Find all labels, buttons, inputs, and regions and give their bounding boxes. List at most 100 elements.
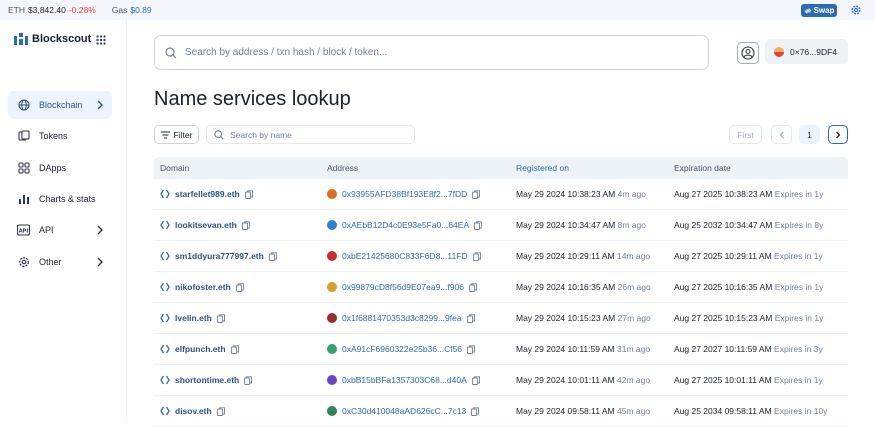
- ens-domain-icon: [160, 282, 170, 292]
- copy-icon[interactable]: [230, 344, 239, 354]
- domain-link[interactable]: lvelin.eth: [175, 313, 212, 323]
- address-link[interactable]: 0xAEbB12D4c0E93e5Fa0...64EA: [342, 220, 469, 230]
- address-link[interactable]: 0xC30d410048aAD626cC...7c13: [342, 406, 466, 416]
- sidebar-item-tokens[interactable]: Tokens: [8, 122, 112, 150]
- address-link[interactable]: 0xbE21425680C833F6D8...11FD: [342, 251, 468, 261]
- registered-ago: 8m ago: [617, 220, 646, 230]
- domain-link[interactable]: lookitsevan.eth: [175, 220, 237, 230]
- globe-icon: [17, 99, 30, 112]
- registered-cell: May 29 2024 10:38:23 AM 4m ago: [516, 189, 674, 199]
- wallet-address: 0×76...9DF4: [790, 46, 838, 57]
- sidebar-item-label: API: [39, 225, 54, 235]
- expiration-date: Aug 27 2025 10:38:23 AM: [674, 189, 773, 199]
- copy-icon[interactable]: [471, 375, 480, 385]
- registered-ago: 26m ago: [617, 282, 651, 292]
- search-placeholder: Search by address / txn hash / block / t…: [185, 47, 388, 58]
- eth-price-ticker: ETH $3,842.40 -0.28%: [8, 5, 96, 15]
- expiration-cell: Aug 25 2032 10:34:47 AM Expires in 8y: [674, 220, 848, 230]
- wallet-button[interactable]: 0×76...9DF4: [765, 39, 848, 64]
- registered-date: May 29 2024 10:01:11 AM: [516, 375, 615, 385]
- copy-icon[interactable]: [472, 251, 481, 261]
- sidebar-item-api[interactable]: API API: [8, 216, 112, 244]
- domain-cell: lvelin.eth: [154, 313, 327, 323]
- expiration-date: Aug 27 2025 10:01:11 AM: [674, 375, 772, 385]
- domain-cell: elfpunch.eth: [154, 344, 327, 354]
- registered-date: May 29 2024 10:16:35 AM: [516, 282, 616, 292]
- pagination-first-button[interactable]: First: [729, 125, 762, 144]
- profile-button[interactable]: [737, 42, 759, 64]
- registered-date: May 29 2024 10:29:11 AM: [516, 251, 615, 261]
- expiration-cell: Aug 27 2025 10:29:11 AM Expires in 1y: [674, 251, 848, 261]
- gas-label: Gas: [111, 5, 128, 15]
- column-header-registered[interactable]: Registered on: [516, 163, 674, 173]
- address-link[interactable]: 0xA91cF6960322e25b36...Cf56: [342, 344, 462, 354]
- copy-icon[interactable]: [466, 313, 475, 323]
- registered-ago: 14m ago: [616, 251, 651, 261]
- expiration-date: Aug 25 2032 10:34:47 AM: [674, 220, 773, 230]
- expiration-cell: Aug 27 2027 10:11:59 AM Expires in 3y: [674, 344, 848, 354]
- chevron-right-icon: [97, 100, 103, 110]
- copy-icon[interactable]: [244, 189, 253, 199]
- gas-price-ticker[interactable]: Gas $0.89: [112, 5, 152, 15]
- sidebar-item-other[interactable]: Other: [8, 248, 112, 276]
- copy-icon[interactable]: [467, 344, 475, 354]
- network-menu-grid-icon[interactable]: [96, 35, 106, 45]
- registered-date: May 29 2024 10:11:59 AM: [516, 344, 615, 354]
- sidebar-item-label: Charts & stats: [39, 194, 96, 204]
- address-link[interactable]: 0xbB15bBFa1357303C68...d40A: [342, 375, 467, 385]
- svg-text:API: API: [19, 228, 29, 234]
- sidebar-item-label: Other: [39, 257, 62, 267]
- expires-in: Expires in 1y: [774, 375, 823, 385]
- address-cell: 0x93955AFD38Bf193E8f2...7fDD: [327, 189, 516, 199]
- address-avatar: [327, 220, 337, 230]
- address-link[interactable]: 0x93955AFD38Bf193E8f2...7fDD: [342, 189, 467, 199]
- domain-cell: nikofoster.eth: [154, 282, 327, 292]
- sidebar-item-blockchain[interactable]: Blockchain: [8, 91, 112, 119]
- copy-icon[interactable]: [216, 313, 225, 323]
- top-bar: ETH $3,842.40 -0.28% Gas $0.89: [0, 0, 875, 20]
- copy-icon[interactable]: [235, 282, 244, 292]
- copy-icon[interactable]: [468, 282, 477, 292]
- domain-link[interactable]: starfellet989.eth: [175, 189, 240, 199]
- copy-icon[interactable]: [244, 375, 253, 385]
- registered-ago: 45m ago: [616, 406, 651, 416]
- swap-button[interactable]: Swap: [801, 4, 837, 17]
- wallet-avatar: [774, 46, 784, 57]
- domain-link[interactable]: nikofoster.eth: [175, 282, 231, 292]
- domain-link[interactable]: shortontime.eth: [175, 375, 239, 385]
- page-title: Name services lookup: [154, 88, 351, 110]
- column-header-expiration[interactable]: Expiration date: [674, 163, 848, 173]
- sidebar-item-charts-stats[interactable]: Charts & stats: [8, 185, 112, 213]
- logo[interactable]: Blockscout: [14, 33, 91, 45]
- ens-domain-icon: [160, 344, 170, 354]
- pagination-next-button[interactable]: [828, 125, 848, 144]
- copy-icon[interactable]: [471, 406, 480, 416]
- address-avatar: [327, 406, 337, 416]
- address-link[interactable]: 0x1f6881470353d3c8299...9fea: [342, 313, 462, 323]
- copy-icon[interactable]: [472, 189, 481, 199]
- address-cell: 0xA91cF6960322e25b36...Cf56: [327, 344, 516, 354]
- name-search-input[interactable]: Search by name: [206, 125, 415, 144]
- sidebar-item-dapps[interactable]: DApps: [8, 154, 112, 182]
- registered-ago: 4m ago: [617, 189, 646, 199]
- copy-icon[interactable]: [241, 220, 250, 230]
- copy-icon[interactable]: [268, 251, 277, 261]
- domain-link[interactable]: elfpunch.eth: [175, 344, 226, 354]
- domain-cell: lookitsevan.eth: [154, 220, 327, 230]
- filter-button[interactable]: Filter: [154, 125, 199, 144]
- address-avatar: [327, 282, 337, 292]
- global-search-input[interactable]: Search by address / txn hash / block / t…: [154, 35, 709, 70]
- copy-icon[interactable]: [216, 406, 225, 416]
- expiration-date: Aug 27 2027 10:11:59 AM: [674, 344, 772, 354]
- address-cell: 0x99879cD8f56d9E07ea9...f906: [327, 282, 516, 292]
- expires-in: Expires in 1y: [774, 282, 824, 292]
- address-link[interactable]: 0x99879cD8f56d9E07ea9...f906: [342, 282, 464, 292]
- registered-cell: May 29 2024 10:16:35 AM 26m ago: [516, 282, 674, 292]
- ens-domain-icon: [160, 375, 170, 385]
- settings-gear-icon[interactable]: [850, 4, 862, 16]
- domain-link[interactable]: disov.eth: [175, 406, 212, 416]
- expiration-cell: Aug 27 2025 10:15:23 AM Expires in 1y: [674, 313, 848, 323]
- pagination-prev-button[interactable]: [771, 125, 792, 144]
- domain-link[interactable]: sm1ddyura777997.eth: [175, 251, 264, 261]
- copy-icon[interactable]: [474, 220, 483, 230]
